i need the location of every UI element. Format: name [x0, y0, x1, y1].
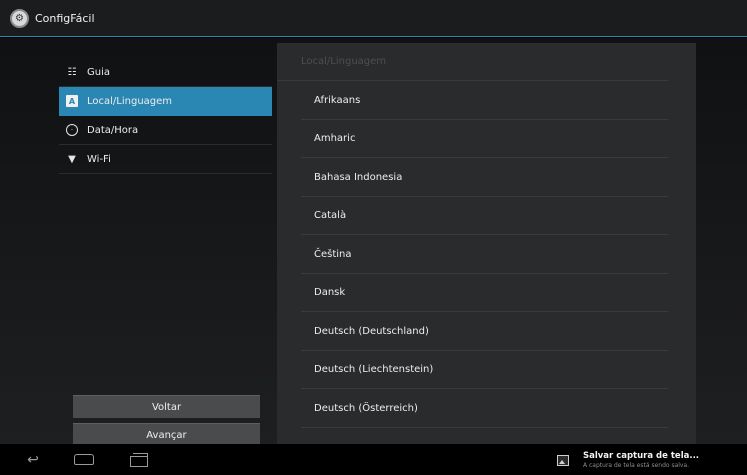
language-item[interactable]: Bahasa Indonesia [277, 158, 696, 197]
language-item[interactable]: Català [277, 197, 696, 236]
nav-item-local-linguagem[interactable]: A Local/Linguagem [59, 87, 272, 116]
language-item[interactable]: Čeština [277, 235, 696, 274]
language-list-header: Local/Linguagem [277, 43, 668, 81]
language-item[interactable]: Deutsch (Liechtenstein) [277, 351, 696, 390]
nav-item-label: Wi-Fi [87, 153, 111, 165]
nav-item-label: Data/Hora [87, 124, 139, 136]
app-title: ConfigFácil [35, 11, 95, 25]
action-bar: ⚙ ConfigFácil [0, 0, 747, 37]
clock-icon: · [66, 124, 78, 136]
wifi-icon: ▼ [68, 153, 76, 165]
language-item[interactable]: Deutsch (Deutschland) [277, 312, 696, 351]
back-icon[interactable]: ↩ [22, 452, 44, 468]
nav-item-data-hora[interactable]: · Data/Hora [59, 116, 272, 145]
next-button[interactable]: Avançar [73, 423, 260, 446]
language-a-icon: A [66, 95, 78, 107]
tune-sliders-icon: ☷ [67, 66, 77, 78]
recents-icon[interactable] [128, 453, 148, 467]
image-icon [557, 454, 569, 466]
notification-text: Salvar captura de tela... A captura de t… [583, 451, 699, 469]
language-item[interactable]: Deutsch (Österreich) [277, 389, 696, 428]
settings-app-icon[interactable]: ⚙ [10, 8, 29, 28]
nav-item-guia[interactable]: ☷ Guia [59, 58, 272, 87]
notification-subtitle: A captura de tela está sendo salva. [583, 462, 690, 469]
settings-nav: ☷ Guia A Local/Linguagem · Data/Hora ▼ W… [59, 58, 272, 174]
home-icon[interactable] [74, 454, 94, 465]
language-item[interactable]: Afrikaans [277, 81, 696, 120]
nav-item-wifi[interactable]: ▼ Wi-Fi [59, 145, 272, 174]
screenshot-notification[interactable]: Salvar captura de tela... A captura de t… [553, 447, 743, 473]
language-list-panel[interactable]: Local/Linguagem Afrikaans Amharic Bahasa… [277, 43, 696, 444]
nav-item-label: Local/Linguagem [87, 95, 173, 107]
main-content: ☷ Guia A Local/Linguagem · Data/Hora ▼ W… [0, 38, 747, 446]
language-item[interactable]: Amharic [277, 120, 696, 159]
nav-item-label: Guia [87, 66, 110, 78]
back-button[interactable]: Voltar [73, 395, 260, 418]
language-item[interactable]: Dansk [277, 274, 696, 313]
notification-title: Salvar captura de tela... [583, 451, 700, 461]
